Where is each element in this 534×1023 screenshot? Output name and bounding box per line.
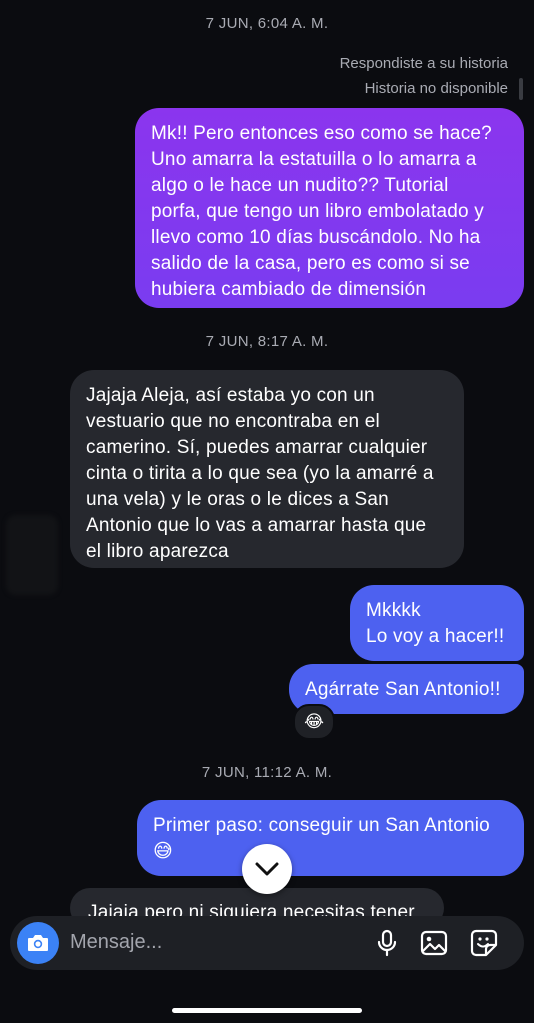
message-line: Mk!! Pero entonces eso como se hace? (151, 123, 492, 144)
message-line: Mkkkk (366, 600, 421, 621)
message-bubble-sent[interactable]: Mkkkk Lo voy a hacer!! (350, 585, 524, 661)
message-bubble-sent[interactable]: Primer paso: conseguir un San Antonio 😅 (137, 800, 524, 876)
message-line: Antonio que lo vas a amarrar hasta que (86, 515, 427, 536)
scroll-to-bottom-button[interactable] (242, 844, 292, 894)
sticker-icon (470, 929, 498, 957)
scrollbar[interactable] (519, 78, 523, 100)
message-line: camerino. Sí, puedes amarrar cualquier (86, 437, 428, 458)
microphone-button[interactable] (372, 928, 402, 958)
camera-button[interactable] (17, 922, 59, 964)
timestamp-2: 7 JUN, 8:17 A. M. (205, 333, 329, 350)
gallery-icon (420, 930, 448, 956)
message-bubble-received[interactable]: Jajaja Aleja, así estaba yo con un vestu… (70, 370, 464, 568)
message-input[interactable]: Mensaje... (70, 931, 162, 954)
message-line: hubiera cambiado de dimensión (151, 279, 427, 300)
message-line: Uno amarra la estatuilla o lo amarra a (151, 149, 477, 170)
laughing-emoji: 😂 (304, 712, 324, 731)
sticker-button[interactable] (469, 928, 499, 958)
chevron-down-icon (255, 862, 279, 876)
microphone-icon (377, 929, 397, 957)
message-line: vestuario que no encontraba en el (86, 411, 380, 432)
message-line: porfa, que tengo un libro embolatado y (151, 201, 484, 222)
message-line: algo o le hace un nudito?? Tutorial (151, 175, 449, 196)
home-indicator[interactable] (172, 1008, 362, 1013)
message-line: 😅 (153, 841, 174, 862)
reaction-badge[interactable]: 😂 (293, 704, 335, 740)
message-line: Primer paso: conseguir un San Antonio (153, 815, 490, 836)
story-reply-label: Respondiste a su historia (339, 55, 508, 72)
message-line: cinta o tirita a lo que sea (yo la amarr… (86, 463, 434, 484)
message-line: Agárrate San Antonio!! (305, 679, 501, 700)
story-unavailable[interactable]: Historia no disponible (365, 80, 508, 97)
gallery-button[interactable] (419, 928, 449, 958)
message-bubble-sent[interactable]: Mk!! Pero entonces eso como se hace? Uno… (135, 108, 524, 308)
timestamp-1: 7 JUN, 6:04 A. M. (205, 15, 329, 32)
message-line: Jajaja Aleja, así estaba yo con un (86, 385, 375, 406)
message-line: llevo como 10 días buscándolo. No ha (151, 227, 481, 248)
timestamp-3: 7 JUN, 11:12 A. M. (201, 764, 333, 781)
message-line: salido de la casa, pero es como si se (151, 253, 470, 274)
message-composer: Mensaje... (10, 916, 524, 970)
contact-avatar[interactable] (6, 515, 58, 595)
message-line: Lo voy a hacer!! (366, 626, 505, 647)
camera-icon (28, 935, 48, 951)
message-line: el libro aparezca (86, 541, 229, 562)
message-line: una vela) y le oras o le dices a San (86, 489, 389, 510)
